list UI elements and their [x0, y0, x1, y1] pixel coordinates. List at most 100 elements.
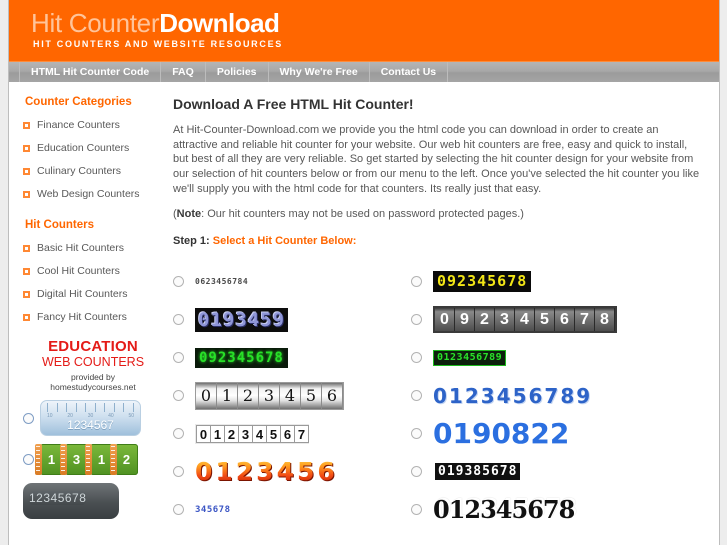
- logo-bold-text: Download: [159, 8, 280, 38]
- boxed-digit: 3: [238, 424, 253, 443]
- counter-preview-fire: 0123456: [195, 456, 338, 486]
- counter-selection-grid: 0623456784 0193459 092345678 0 1 2 3 4 5…: [173, 263, 701, 529]
- counter-preview-blue-pixel: 0123456789: [433, 383, 593, 408]
- sidebar-item-education-counters[interactable]: Education Counters: [23, 142, 163, 154]
- sidebar-item-label: Finance Counters: [37, 119, 120, 131]
- radio-button[interactable]: [411, 390, 422, 402]
- radio-button[interactable]: [173, 504, 184, 516]
- boxed-digit: 4: [252, 424, 267, 443]
- counter-option-row[interactable]: 0123456789: [411, 377, 661, 415]
- radio-button[interactable]: [411, 314, 422, 326]
- counter-preview-lcd-tiny: 0623456784: [195, 277, 249, 287]
- main-content: Download A Free HTML Hit Counter! At Hit…: [163, 82, 719, 545]
- radio-button[interactable]: [173, 352, 184, 364]
- ad-counter-option-books[interactable]: 1 3 1 2: [23, 444, 163, 475]
- odometer-digit: 7: [575, 308, 595, 332]
- sidebar-item-culinary-counters[interactable]: Culinary Counters: [23, 165, 163, 177]
- ad-counter-option-calculator[interactable]: 12345678: [23, 483, 163, 519]
- counter-option-row[interactable]: 0123456: [173, 453, 411, 491]
- site-frame: Hit CounterDownload HIT COUNTERS AND WEB…: [8, 0, 720, 545]
- odometer-digit: 3: [259, 382, 280, 409]
- ruler-ticks: [47, 403, 134, 413]
- counter-preview-odometer-white: 092345678: [433, 306, 617, 334]
- boxed-digit: 6: [280, 424, 295, 443]
- sidebar-item-label: Cool Hit Counters: [37, 265, 120, 277]
- step-instruction-text: Select a Hit Counter Below:: [212, 234, 357, 247]
- step-instruction: Step 1: Select a Hit Counter Below:: [173, 235, 701, 247]
- sidebar-item-digital-hit-counters[interactable]: Digital Hit Counters: [23, 288, 163, 300]
- counter-option-row[interactable]: 092345678: [173, 339, 411, 377]
- boxed-digit: 5: [266, 424, 281, 443]
- radio-button[interactable]: [173, 390, 184, 402]
- sidebar-heading-hit-counters: Hit Counters: [25, 219, 94, 231]
- sidebar-item-fancy-hit-counters[interactable]: Fancy Hit Counters: [23, 311, 163, 323]
- radio-button[interactable]: [411, 276, 422, 288]
- counter-option-row[interactable]: 092345678: [411, 301, 661, 339]
- step-number-label: Step 1:: [173, 234, 210, 247]
- odometer-digit: 6: [555, 308, 575, 332]
- page-root: Hit CounterDownload HIT COUNTERS AND WEB…: [0, 0, 727, 545]
- nav-item-html-hit-counter-code[interactable]: HTML Hit Counter Code: [19, 62, 162, 82]
- bullet-icon: [23, 290, 30, 298]
- counter-option-row[interactable]: 345678: [173, 491, 411, 529]
- radio-button[interactable]: [411, 428, 422, 440]
- odometer-digit: 0: [196, 382, 217, 409]
- bullet-icon: [23, 244, 30, 252]
- counter-preview-big-blue: 0190822: [433, 416, 570, 450]
- counter-option-row[interactable]: 019385678: [411, 453, 661, 491]
- counter-option-row[interactable]: 0123456: [173, 377, 411, 415]
- calculator-counter-graphic: 12345678: [23, 483, 119, 519]
- counter-option-row[interactable]: 0193459: [173, 301, 411, 339]
- bullet-icon: [23, 267, 30, 275]
- bullet-icon: [23, 190, 30, 198]
- counter-preview-yellow-lcd: 092345678: [433, 271, 532, 293]
- radio-button[interactable]: [411, 352, 422, 364]
- radio-button[interactable]: [173, 276, 184, 288]
- logo-light-text: Hit Counter: [31, 8, 160, 38]
- boxed-digit: 1: [210, 424, 225, 443]
- radio-button[interactable]: [23, 412, 34, 424]
- radio-button[interactable]: [173, 466, 184, 478]
- book-digit: 2: [110, 444, 138, 475]
- counter-option-row[interactable]: 0623456784: [173, 263, 411, 301]
- ad-counter-option-ruler[interactable]: 10 20 30 40 50 1234567: [23, 400, 163, 436]
- odometer-digit: 5: [535, 308, 555, 332]
- sidebar-item-label: Basic Hit Counters: [37, 242, 124, 254]
- counter-option-row[interactable]: 092345678: [411, 263, 661, 301]
- nav-item-policies[interactable]: Policies: [206, 62, 269, 82]
- counter-option-row[interactable]: 012345678: [411, 491, 661, 529]
- counter-option-row[interactable]: 0190822: [411, 415, 661, 453]
- odometer-digit: 4: [515, 308, 535, 332]
- sidebar-item-cool-hit-counters[interactable]: Cool Hit Counters: [23, 265, 163, 277]
- sidebar-item-label: Fancy Hit Counters: [37, 311, 127, 323]
- radio-button[interactable]: [411, 466, 422, 478]
- counter-column-left: 0623456784 0193459 092345678 0 1 2 3 4 5…: [173, 263, 411, 529]
- sidebar-item-web-design-counters[interactable]: Web Design Counters: [23, 188, 163, 200]
- sidebar-ad-education-web-counters: EDUCATION WEB COUNTERS provided by homes…: [23, 339, 163, 519]
- radio-button[interactable]: [173, 314, 184, 326]
- radio-button[interactable]: [411, 504, 422, 516]
- site-header: Hit CounterDownload HIT COUNTERS AND WEB…: [9, 0, 719, 61]
- sidebar-item-label: Web Design Counters: [37, 188, 140, 200]
- site-logo[interactable]: Hit CounterDownload: [31, 8, 280, 39]
- radio-button[interactable]: [173, 428, 184, 440]
- ruler-counter-graphic: 10 20 30 40 50 1234567: [40, 400, 141, 436]
- ad-provider-name: homestudycourses.net: [50, 382, 136, 392]
- nav-item-contact-us[interactable]: Contact Us: [370, 62, 449, 82]
- sidebar-item-basic-hit-counters[interactable]: Basic Hit Counters: [23, 242, 163, 254]
- ad-title-line1: EDUCATION: [48, 338, 138, 355]
- nav-item-faq[interactable]: FAQ: [161, 62, 206, 82]
- note-body: : Our hit counters may not be used on pa…: [201, 207, 524, 220]
- odometer-digit: 1: [217, 382, 238, 409]
- ruler-counter-value: 1234567: [67, 418, 114, 432]
- sidebar-item-finance-counters[interactable]: Finance Counters: [23, 119, 163, 131]
- counter-preview-serif-shadow: 012345678: [433, 494, 575, 524]
- radio-button[interactable]: [23, 454, 34, 465]
- counter-preview-boxed: 01234567: [195, 423, 309, 444]
- nav-item-why-were-free[interactable]: Why We're Free: [269, 62, 370, 82]
- content-columns: Counter Categories Finance Counters Educ…: [9, 82, 719, 545]
- counter-option-row[interactable]: 0123456789: [411, 339, 661, 377]
- counter-option-row[interactable]: 01234567: [173, 415, 411, 453]
- counter-preview-green-small: 0123456789: [433, 349, 507, 366]
- counter-preview-green-lcd: 092345678: [195, 347, 288, 368]
